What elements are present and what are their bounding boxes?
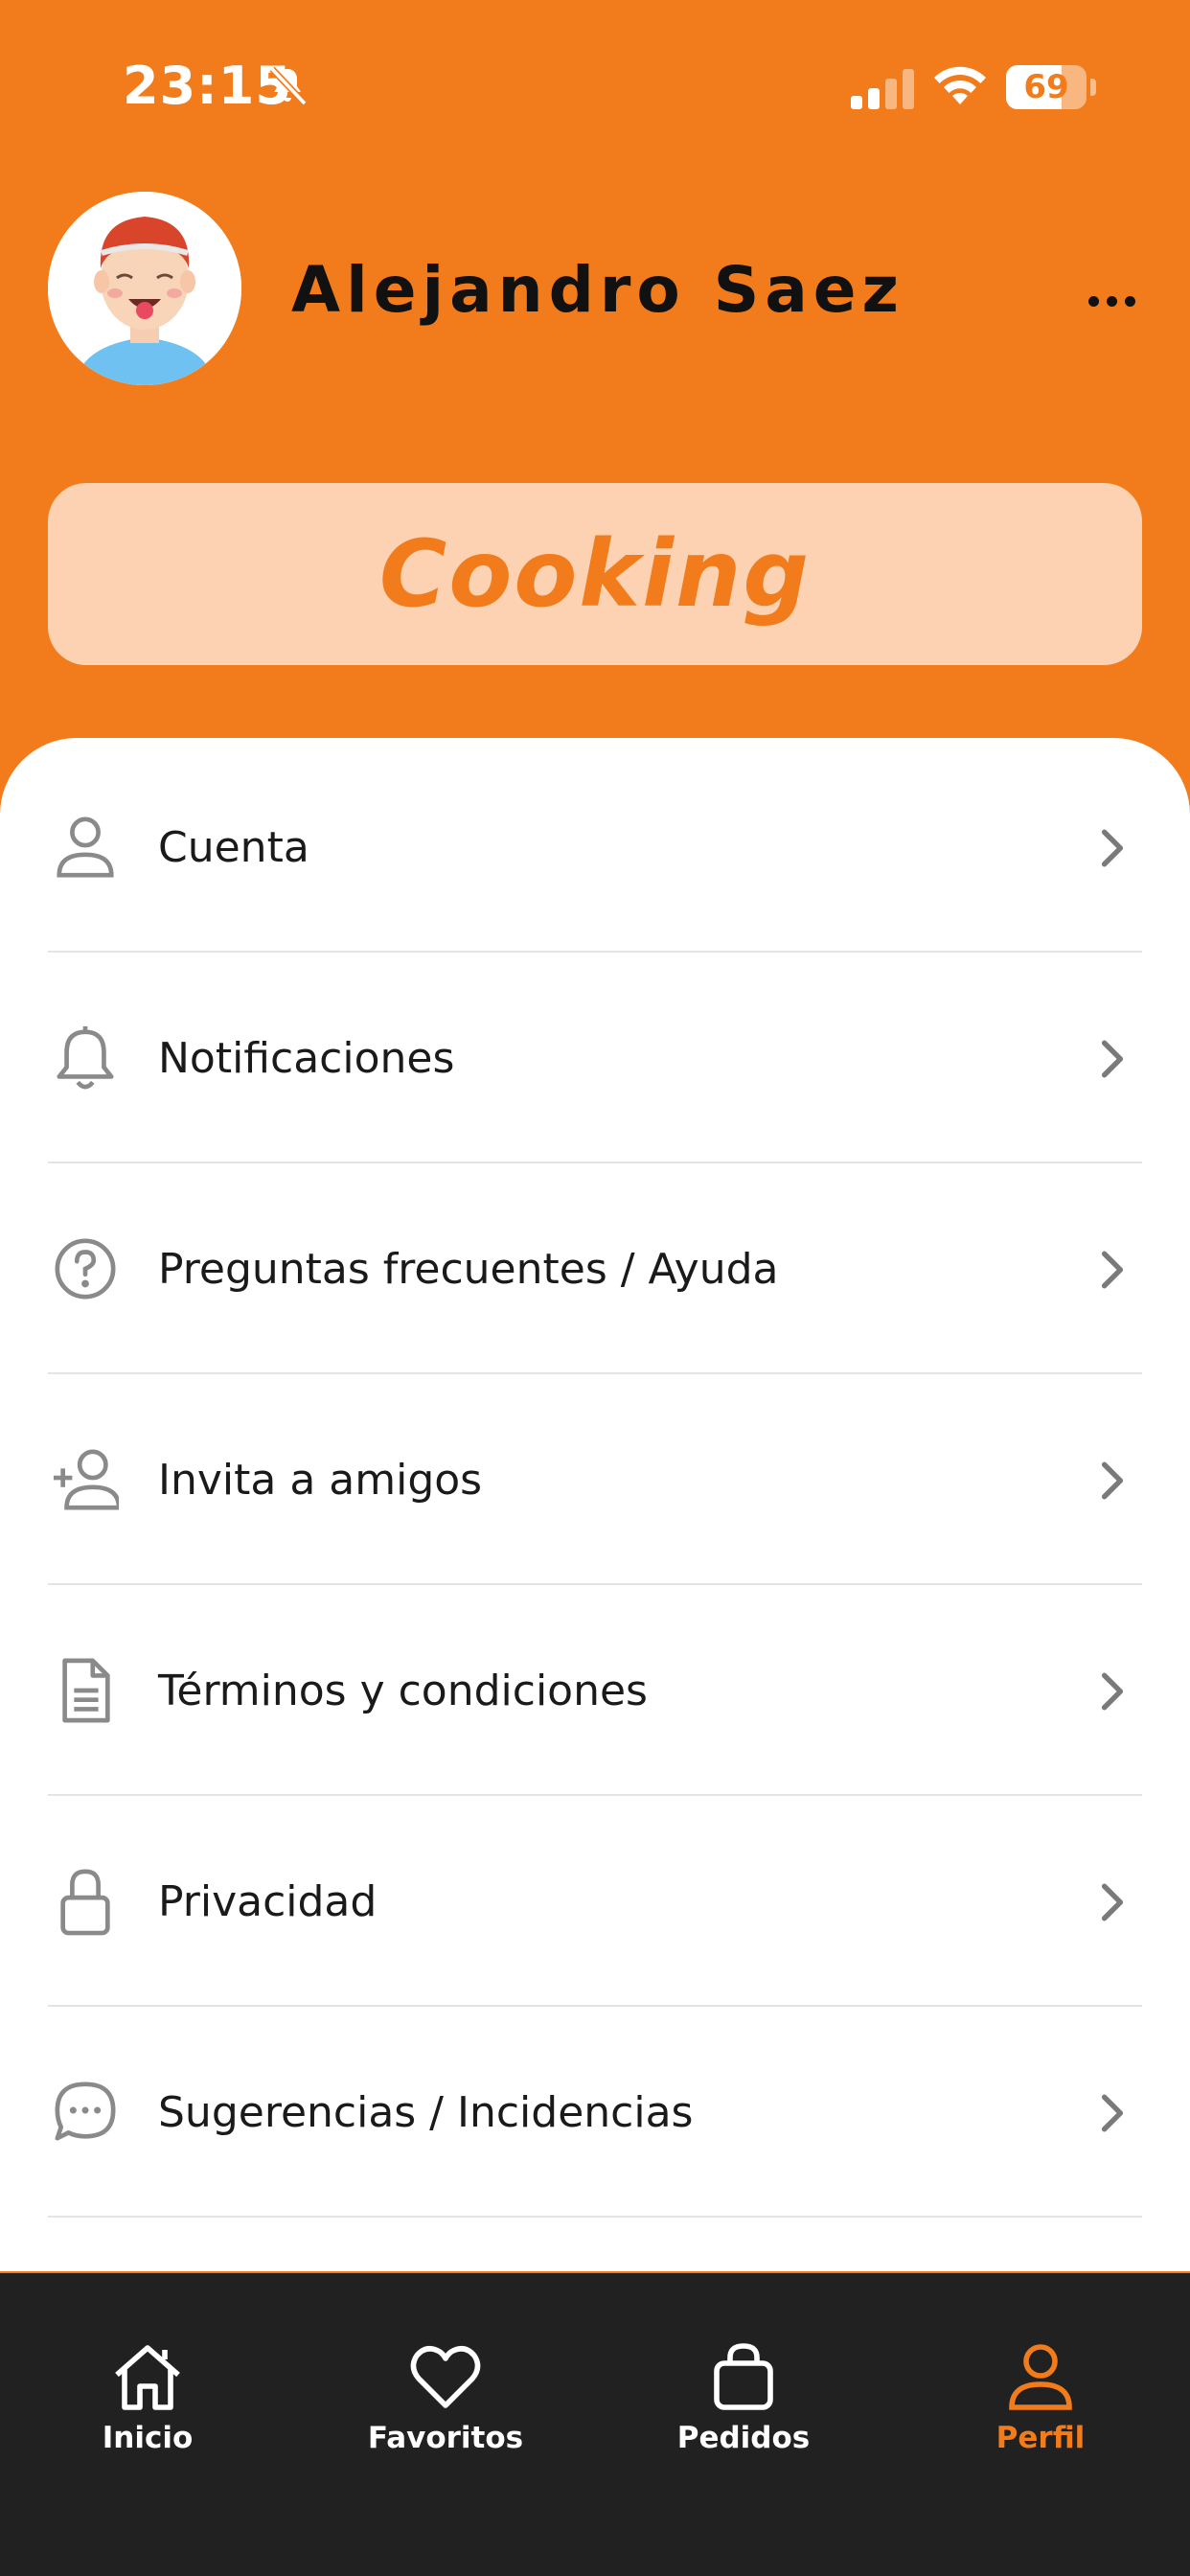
avatar-illustration <box>48 192 241 385</box>
avatar[interactable] <box>48 192 241 385</box>
settings-menu: Cuenta Notificaciones Preguntas frecuent… <box>0 738 1190 2271</box>
battery-cap <box>1090 79 1096 96</box>
chevron-right-icon <box>1101 1461 1124 1500</box>
menu-item-notificaciones[interactable]: Notificaciones <box>48 953 1142 1163</box>
ellipsis-icon <box>1106 295 1117 307</box>
lock-icon <box>60 1869 110 1936</box>
battery-level: 69 <box>1023 68 1069 106</box>
tab-label: Perfil <box>995 2421 1086 2455</box>
bell-slash-icon <box>269 66 308 106</box>
tab-bar: Inicio Favoritos Pedidos Perfil <box>0 2273 1190 2576</box>
profile-header: Alejandro Saez <box>0 172 1190 422</box>
menu-label: Preguntas frecuentes / Ayuda <box>158 1244 779 1294</box>
ellipsis-icon <box>1124 295 1135 307</box>
tab-pedidos[interactable]: Pedidos <box>638 2340 849 2474</box>
status-bar: 23:15 69 <box>0 0 1190 172</box>
heart-icon <box>410 2346 481 2408</box>
battery-icon: 69 <box>1006 65 1087 109</box>
menu-label: Términos y condiciones <box>158 1666 648 1715</box>
brand-banner: Cooking <box>48 483 1142 665</box>
menu-label: Notificaciones <box>158 1033 455 1083</box>
menu-item-sugerencias[interactable]: Sugerencias / Incidencias <box>48 2007 1142 2218</box>
chevron-right-icon <box>1101 1672 1124 1711</box>
chevron-right-icon <box>1101 1251 1124 1289</box>
menu-label: Privacidad <box>158 1876 378 1926</box>
document-icon <box>62 1658 110 1723</box>
user-icon <box>1009 2344 1072 2410</box>
tab-label: Inicio <box>102 2421 194 2455</box>
menu-item-cuenta[interactable]: Cuenta <box>48 742 1142 953</box>
shopping-bag-icon <box>714 2343 773 2410</box>
chevron-right-icon <box>1101 829 1124 867</box>
menu-label: Invita a amigos <box>158 1455 483 1505</box>
menu-item-invita[interactable]: Invita a amigos <box>48 1374 1142 1585</box>
tab-favoritos[interactable]: Favoritos <box>340 2340 551 2474</box>
signal-icon <box>851 69 914 109</box>
menu-item-privacidad[interactable]: Privacidad <box>48 1796 1142 2007</box>
more-options-button[interactable] <box>1073 272 1150 330</box>
home-icon <box>115 2345 180 2410</box>
tab-perfil[interactable]: Perfil <box>935 2340 1146 2474</box>
user-name: Alejandro Saez <box>291 253 904 327</box>
chevron-right-icon <box>1101 2094 1124 2132</box>
menu-item-terminos[interactable]: Términos y condiciones <box>48 1585 1142 1796</box>
chat-bubble-icon <box>55 2082 116 2141</box>
wifi-icon <box>934 66 986 104</box>
bell-icon <box>57 1025 114 1090</box>
chevron-right-icon <box>1101 1883 1124 1921</box>
ellipsis-icon <box>1087 295 1099 307</box>
brand-logo: Cooking <box>378 520 812 628</box>
menu-label: Sugerencias / Incidencias <box>158 2087 694 2137</box>
menu-label: Cuenta <box>158 822 309 872</box>
user-icon <box>57 816 114 878</box>
tab-label: Pedidos <box>676 2421 811 2455</box>
tab-label: Favoritos <box>367 2421 524 2455</box>
question-circle-icon <box>55 1238 116 1300</box>
menu-item-faq[interactable]: Preguntas frecuentes / Ayuda <box>48 1163 1142 1374</box>
tab-inicio[interactable]: Inicio <box>42 2340 253 2474</box>
user-plus-icon <box>53 1449 119 1510</box>
chevron-right-icon <box>1101 1040 1124 1078</box>
